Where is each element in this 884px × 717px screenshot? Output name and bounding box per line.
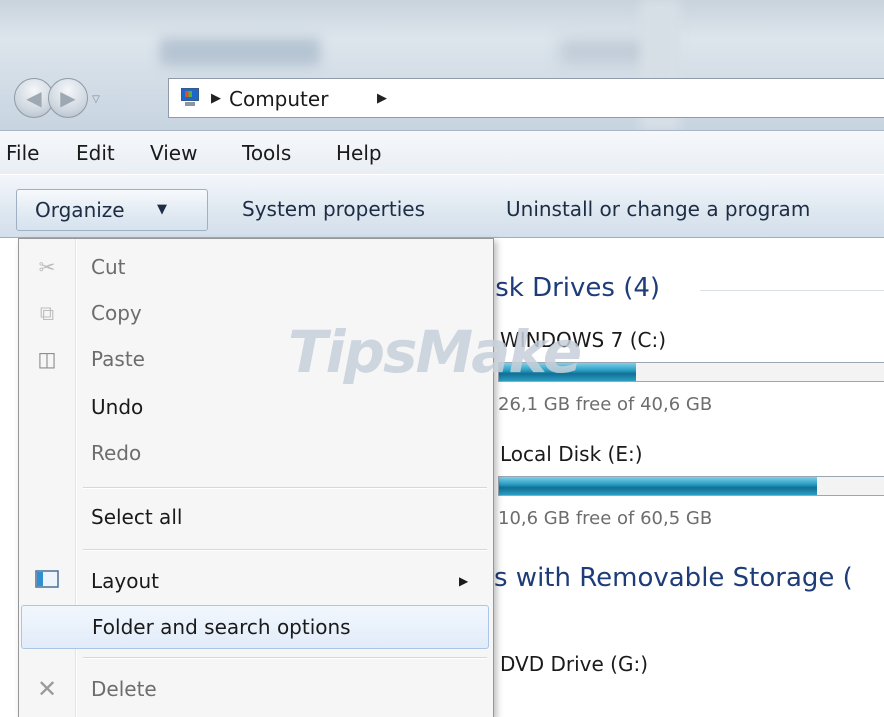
organize-label: Organize [35, 198, 125, 222]
menu-item-label: Paste [91, 347, 145, 371]
forward-arrow-icon: ▶ [60, 86, 76, 110]
menu-item-folder-search-options[interactable]: Folder and search options [21, 605, 489, 649]
menu-tools[interactable]: Tools [242, 141, 291, 165]
drive-g-name[interactable]: DVD Drive (G:) [500, 652, 648, 676]
computer-icon [179, 88, 201, 106]
layout-icon [35, 569, 59, 593]
system-properties-button[interactable]: System properties [242, 197, 425, 221]
menu-item-label: Cut [91, 255, 126, 279]
hard-disk-drives-header[interactable]: isk Drives (4) [488, 272, 660, 304]
menu-separator [83, 549, 487, 551]
menu-item-copy[interactable]: ⧉ Copy [19, 291, 493, 335]
menu-item-undo[interactable]: Undo [19, 385, 493, 429]
menu-item-label: Layout [91, 569, 159, 593]
menu-item-cut[interactable]: ✂ Cut [19, 245, 493, 289]
copy-icon: ⧉ [39, 301, 55, 325]
menu-item-label: Delete [91, 677, 157, 701]
menu-item-delete[interactable]: ✕ Delete [19, 667, 493, 711]
drive-c-free-space: 26,1 GB free of 40,6 GB [498, 394, 713, 415]
removable-storage-header[interactable]: s with Removable Storage ( [494, 562, 853, 594]
forward-button[interactable]: ▶ [48, 78, 88, 118]
drive-e-name[interactable]: Local Disk (E:) [500, 442, 643, 466]
breadcrumb-arrow-icon[interactable]: ▶ [377, 87, 387, 111]
blurred-background [160, 38, 320, 66]
drive-e-free-space: 10,6 GB free of 60,5 GB [498, 508, 713, 529]
chevron-down-icon: ▼ [157, 202, 167, 217]
menu-item-paste[interactable]: ◫ Paste [19, 337, 493, 381]
menu-item-layout[interactable]: Layout ▶ [19, 559, 493, 603]
drive-c-name[interactable]: WINDOWS 7 (C:) [500, 328, 666, 352]
menu-edit[interactable]: Edit [76, 141, 115, 165]
menu-view[interactable]: View [150, 141, 197, 165]
scissors-icon: ✂ [38, 255, 56, 279]
menu-item-label: Copy [91, 301, 142, 325]
title-bar: ◀ ▶ ▽ ▶ Computer ▶ [0, 0, 884, 130]
menu-bar: File Edit View Tools Help [0, 130, 884, 174]
menu-item-label: Folder and search options [92, 615, 351, 639]
address-bar[interactable]: ▶ Computer ▶ [168, 78, 884, 118]
drive-e-usage-fill [499, 477, 817, 495]
delete-icon: ✕ [36, 675, 58, 703]
uninstall-program-button[interactable]: Uninstall or change a program [506, 197, 810, 221]
back-arrow-icon: ◀ [26, 86, 42, 110]
menu-separator [83, 657, 487, 659]
paste-icon: ◫ [37, 347, 57, 371]
drive-c-usage-fill [499, 363, 637, 381]
command-bar: Organize ▼ System properties Uninstall o… [0, 174, 884, 238]
menu-file[interactable]: File [6, 141, 39, 165]
menu-item-label: Select all [91, 505, 183, 529]
menu-separator [83, 487, 487, 489]
chevron-down-icon: ▽ [92, 94, 100, 105]
organize-button[interactable]: Organize ▼ [16, 189, 208, 231]
group-divider [700, 290, 884, 291]
submenu-arrow-icon: ▶ [459, 574, 469, 588]
menu-item-redo[interactable]: Redo [19, 431, 493, 475]
drive-e-usage-bar [498, 476, 884, 496]
breadcrumb-computer[interactable]: Computer [229, 87, 328, 111]
breadcrumb-arrow-icon[interactable]: ▶ [211, 87, 221, 111]
organize-dropdown-menu: ✂ Cut ⧉ Copy ◫ Paste Undo Redo Select al… [18, 238, 494, 717]
menu-item-label: Redo [91, 441, 142, 465]
blurred-background [560, 40, 650, 64]
menu-item-select-all[interactable]: Select all [19, 495, 493, 539]
drive-c-usage-bar [498, 362, 884, 382]
recent-pages-button[interactable]: ▽ [88, 92, 104, 108]
menu-help[interactable]: Help [336, 141, 382, 165]
menu-item-label: Undo [91, 395, 144, 419]
